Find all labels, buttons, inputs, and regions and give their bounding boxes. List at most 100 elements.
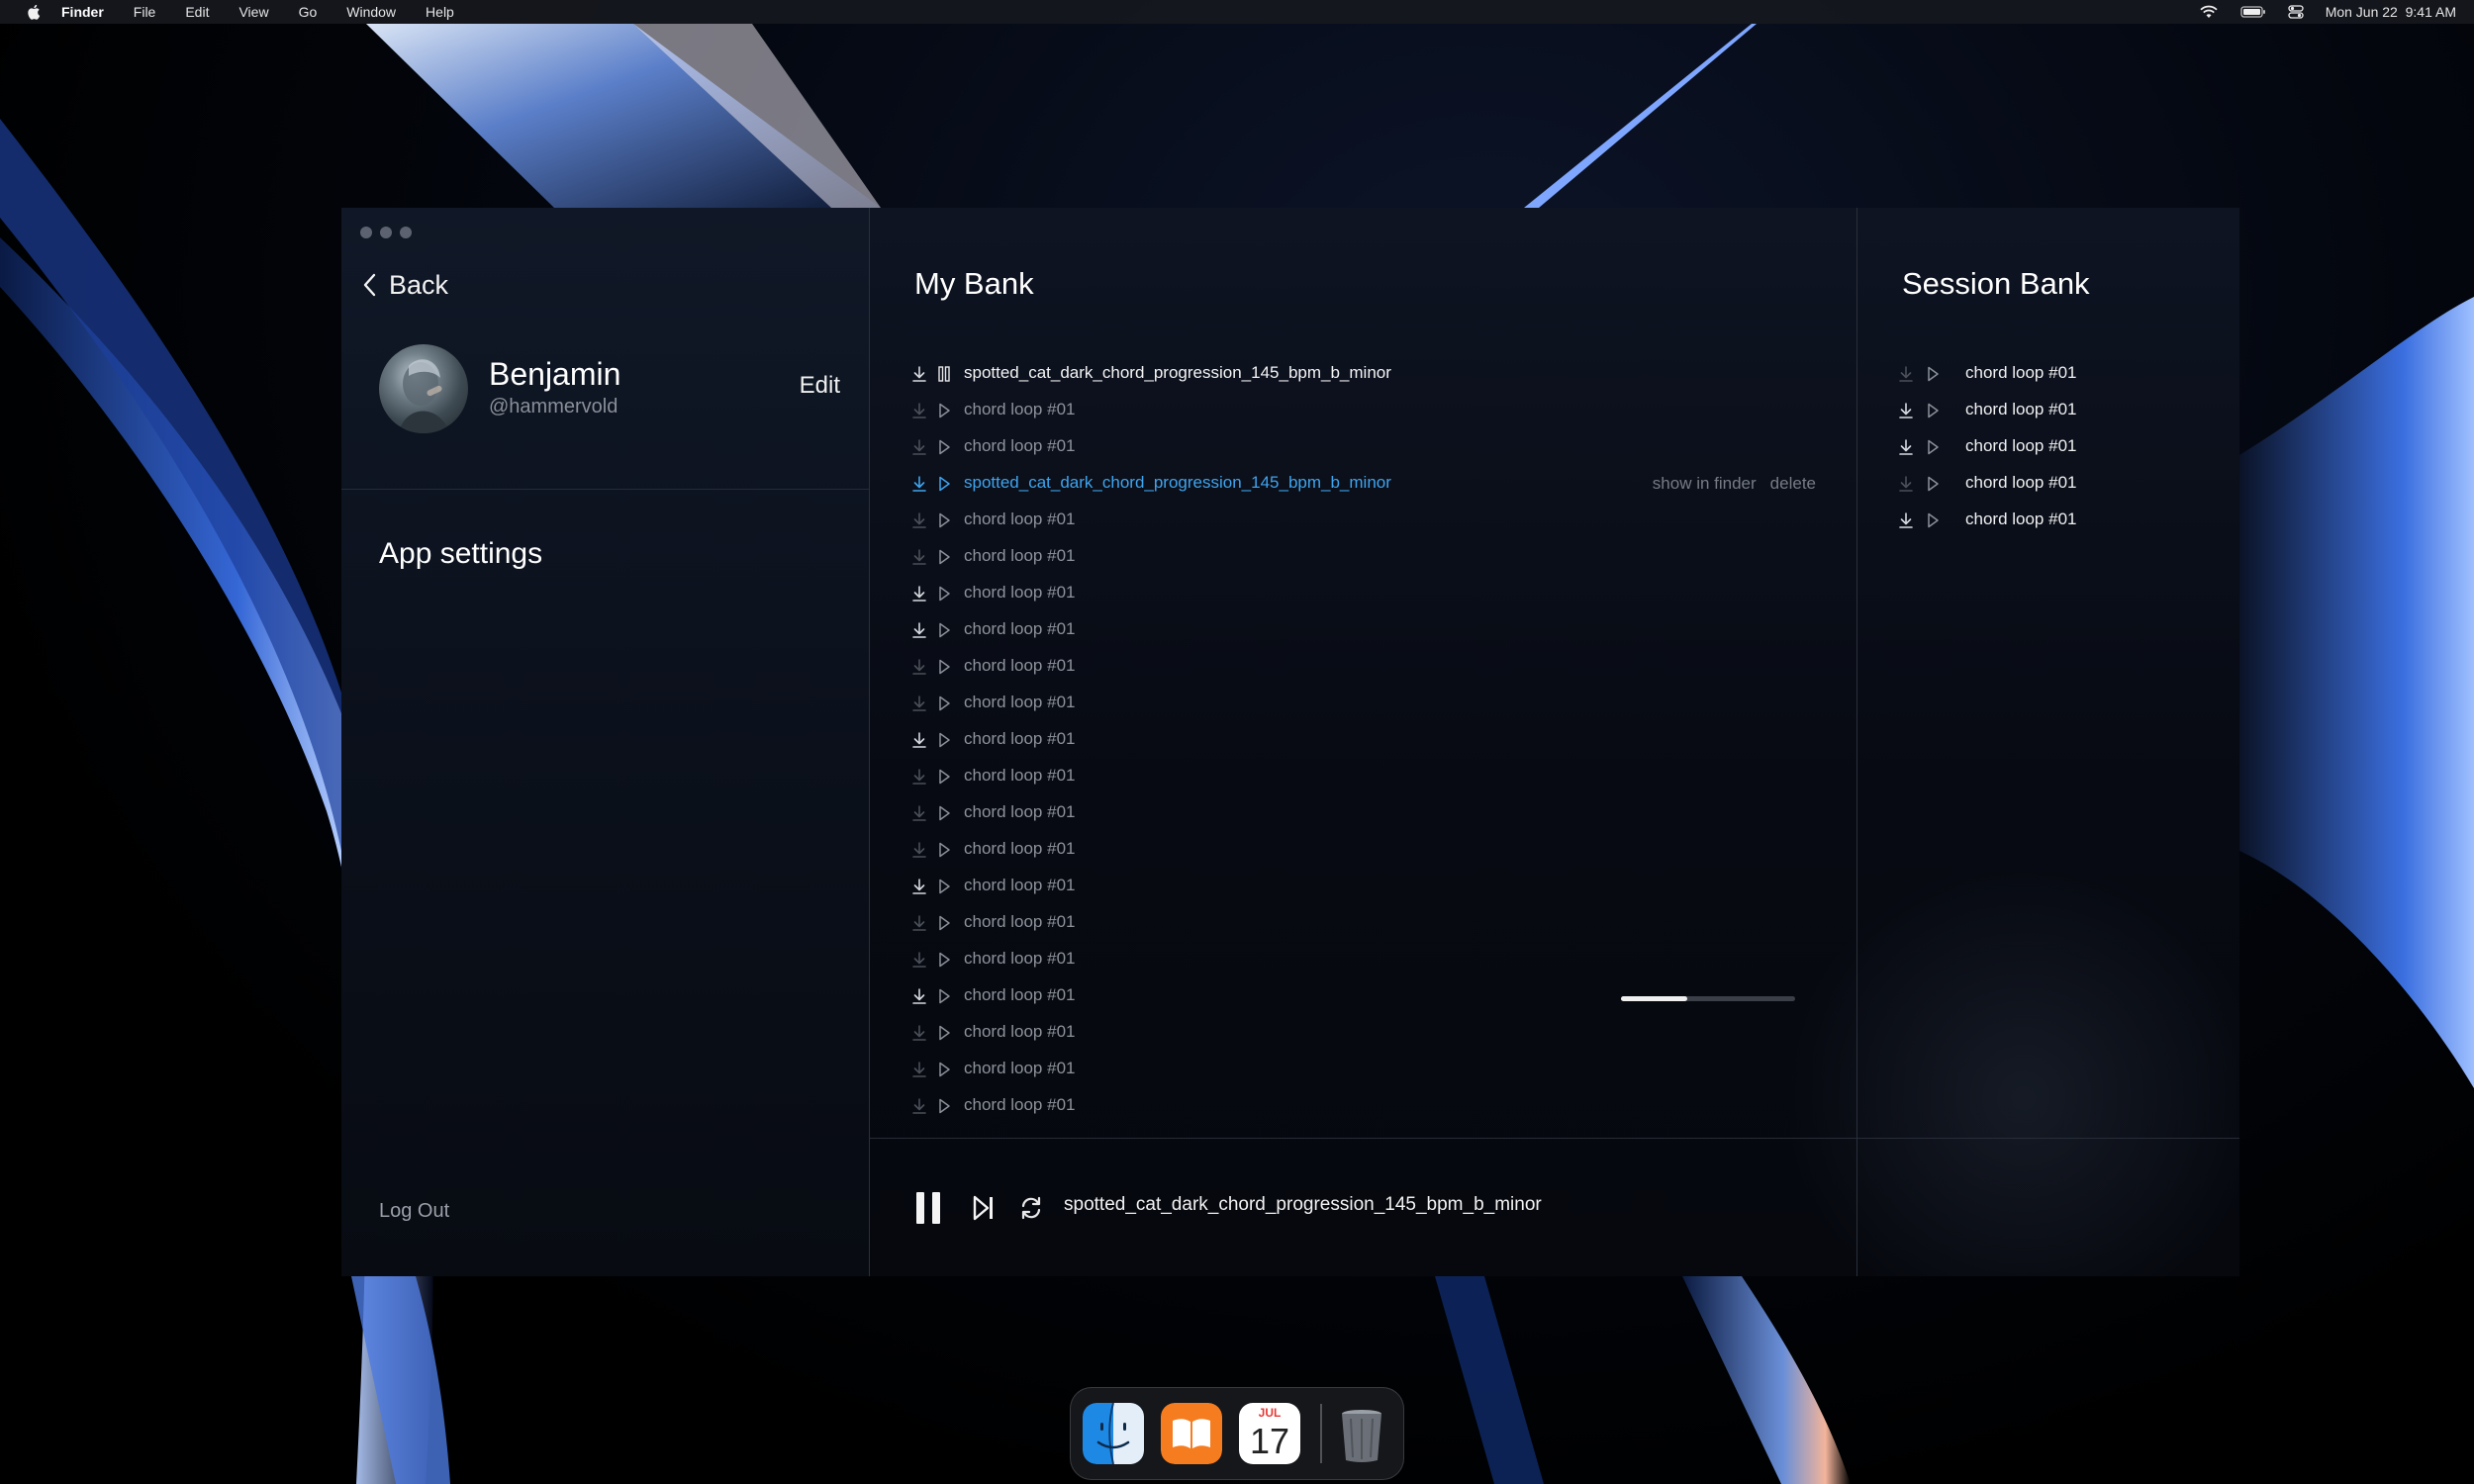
list-item[interactable]: spotted_cat_dark_chord_progression_145_b… [870, 466, 1856, 502]
pause-button[interactable] [914, 1190, 942, 1226]
play-icon[interactable] [936, 658, 952, 676]
download-icon[interactable] [911, 1097, 927, 1115]
books-icon[interactable] [1161, 1403, 1222, 1464]
download-icon[interactable] [911, 658, 927, 676]
control-center-icon[interactable] [2288, 4, 2304, 20]
menu-help[interactable]: Help [426, 4, 454, 20]
play-icon[interactable] [1925, 438, 1941, 456]
calendar-icon[interactable]: JUL 17 [1239, 1403, 1300, 1464]
list-item[interactable]: chord loop #01 [1857, 356, 2239, 392]
download-icon[interactable] [1898, 402, 1914, 419]
download-icon[interactable] [911, 987, 927, 1005]
finder-icon[interactable] [1083, 1403, 1144, 1464]
play-icon[interactable] [936, 695, 952, 712]
list-item[interactable]: chord loop #01 [870, 1088, 1856, 1124]
play-icon[interactable] [936, 987, 952, 1005]
trash-icon[interactable] [1331, 1403, 1392, 1464]
download-icon[interactable] [911, 768, 927, 786]
menu-edit[interactable]: Edit [185, 4, 209, 20]
play-icon[interactable] [936, 511, 952, 529]
window-minimize-button[interactable] [380, 227, 392, 238]
menu-app-name[interactable]: Finder [61, 4, 104, 20]
play-icon[interactable] [936, 548, 952, 566]
play-icon[interactable] [936, 1061, 952, 1078]
list-item[interactable]: chord loop #01 [870, 1125, 1856, 1128]
play-icon[interactable] [936, 1097, 952, 1115]
play-icon[interactable] [936, 731, 952, 749]
download-icon[interactable] [911, 365, 927, 383]
delete-button[interactable]: delete [1770, 474, 1816, 494]
play-icon[interactable] [936, 914, 952, 932]
download-icon[interactable] [911, 914, 927, 932]
download-icon[interactable] [911, 548, 927, 566]
pause-icon[interactable] [936, 365, 952, 383]
list-item[interactable]: chord loop #01 [1857, 503, 2239, 538]
playback-progress-bar[interactable] [1621, 996, 1795, 1001]
list-item[interactable]: chord loop #01 [1857, 466, 2239, 502]
list-item[interactable]: chord loop #01 [870, 1052, 1856, 1087]
download-icon[interactable] [911, 438, 927, 456]
list-item[interactable]: chord loop #01 [870, 393, 1856, 428]
my-bank-track-list[interactable]: spotted_cat_dark_chord_progression_145_b… [870, 356, 1856, 1128]
download-icon[interactable] [1898, 475, 1914, 493]
list-item[interactable]: chord loop #01 [870, 722, 1856, 758]
list-item[interactable]: chord loop #01 [870, 503, 1856, 538]
loop-icon[interactable] [1018, 1195, 1044, 1221]
play-icon[interactable] [936, 438, 952, 456]
list-item[interactable]: chord loop #01 [1857, 429, 2239, 465]
menu-window[interactable]: Window [346, 4, 396, 20]
next-track-button[interactable] [972, 1194, 996, 1222]
download-icon[interactable] [911, 1061, 927, 1078]
play-icon[interactable] [936, 1024, 952, 1042]
download-icon[interactable] [911, 402, 927, 419]
menu-go[interactable]: Go [299, 4, 318, 20]
battery-icon[interactable] [2240, 5, 2266, 19]
play-icon[interactable] [1925, 475, 1941, 493]
download-icon[interactable] [1898, 511, 1914, 529]
menu-view[interactable]: View [238, 4, 268, 20]
list-item[interactable]: chord loop #01 [1857, 393, 2239, 428]
play-icon[interactable] [1925, 402, 1941, 419]
download-icon[interactable] [911, 621, 927, 639]
list-item[interactable]: chord loop #01 [870, 942, 1856, 977]
download-icon[interactable] [911, 511, 927, 529]
list-item[interactable]: chord loop #01 [870, 795, 1856, 831]
edit-profile-button[interactable]: Edit [800, 372, 840, 400]
play-icon[interactable] [936, 878, 952, 895]
list-item[interactable]: chord loop #01 [870, 429, 1856, 465]
play-icon[interactable] [936, 841, 952, 859]
logout-button[interactable]: Log Out [379, 1200, 449, 1223]
download-icon[interactable] [911, 1024, 927, 1042]
download-icon[interactable] [1898, 365, 1914, 383]
list-item[interactable]: chord loop #01 [870, 576, 1856, 611]
download-icon[interactable] [911, 841, 927, 859]
list-item[interactable]: chord loop #01 [870, 539, 1856, 575]
apple-icon[interactable] [26, 3, 44, 21]
download-icon[interactable] [911, 585, 927, 603]
download-icon[interactable] [911, 804, 927, 822]
list-item[interactable]: chord loop #01 [870, 869, 1856, 904]
download-icon[interactable] [1898, 438, 1914, 456]
download-icon[interactable] [911, 731, 927, 749]
play-icon[interactable] [936, 402, 952, 419]
list-item[interactable]: chord loop #01 [870, 649, 1856, 685]
play-icon[interactable] [936, 585, 952, 603]
list-item[interactable]: chord loop #01 [870, 905, 1856, 941]
window-zoom-button[interactable] [400, 227, 412, 238]
download-icon[interactable] [911, 951, 927, 969]
app-settings-heading[interactable]: App settings [379, 537, 542, 571]
play-icon[interactable] [936, 621, 952, 639]
window-close-button[interactable] [360, 227, 372, 238]
play-icon[interactable] [936, 804, 952, 822]
avatar[interactable] [379, 344, 468, 433]
download-icon[interactable] [911, 475, 927, 493]
list-item[interactable]: chord loop #01 [870, 686, 1856, 721]
download-icon[interactable] [911, 878, 927, 895]
wifi-icon[interactable] [2199, 5, 2219, 19]
list-item[interactable]: spotted_cat_dark_chord_progression_145_b… [870, 356, 1856, 392]
menu-file[interactable]: File [134, 4, 156, 20]
back-button[interactable]: Back [361, 267, 448, 303]
play-icon[interactable] [936, 768, 952, 786]
menu-bar-clock[interactable]: Mon Jun 22 9:41 AM [2326, 4, 2456, 20]
play-icon[interactable] [1925, 511, 1941, 529]
